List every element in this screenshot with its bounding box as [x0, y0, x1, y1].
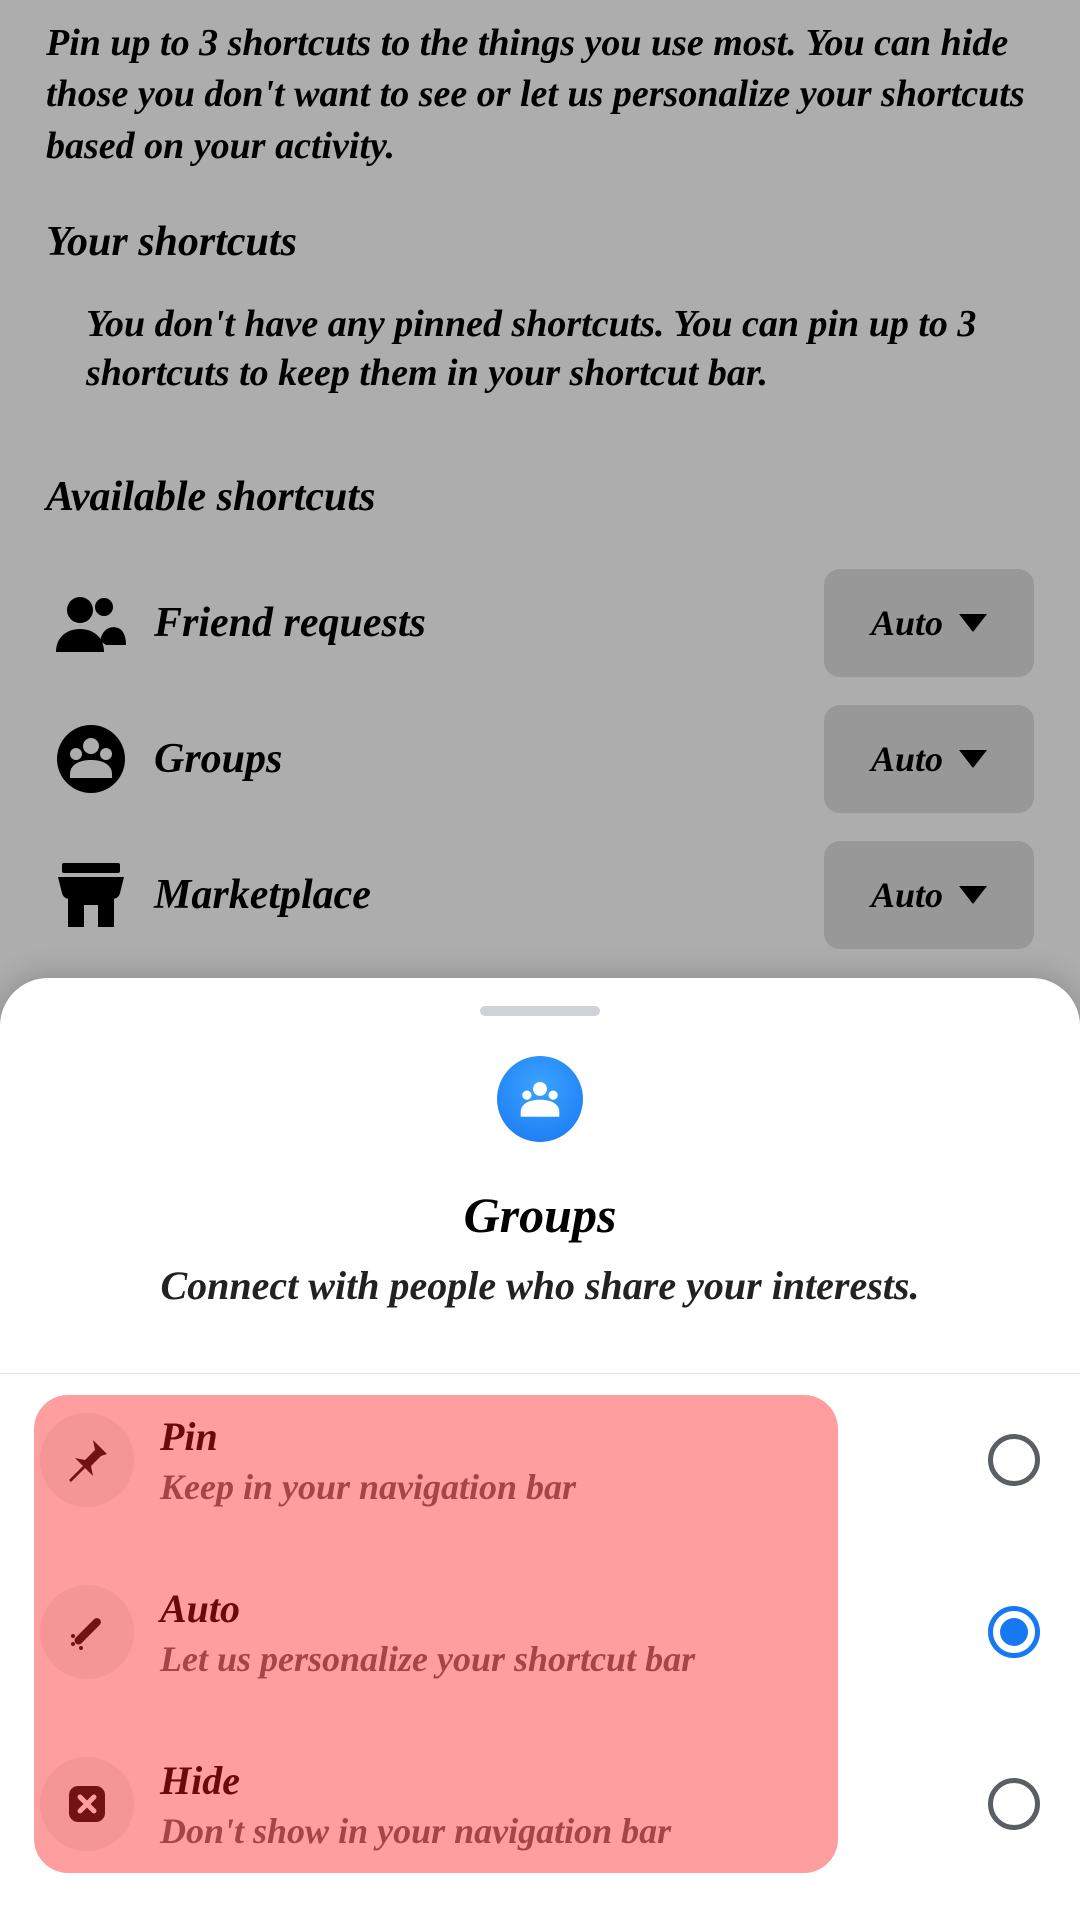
option-hide[interactable]: Hide Don't show in your navigation bar: [20, 1718, 1060, 1890]
option-auto[interactable]: Auto Let us personalize your shortcut ba…: [20, 1546, 1060, 1718]
option-title: Hide: [160, 1757, 988, 1804]
option-subtitle: Don't show in your navigation bar: [160, 1810, 988, 1852]
sheet-title: Groups: [40, 1186, 1040, 1244]
option-pin[interactable]: Pin Keep in your navigation bar: [20, 1374, 1060, 1546]
bottom-sheet: Groups Connect with people who share you…: [0, 978, 1080, 1920]
sheet-grabber[interactable]: [480, 1006, 600, 1016]
close-square-icon: [40, 1757, 134, 1851]
radio-unselected[interactable]: [988, 1778, 1040, 1830]
radio-unselected[interactable]: [988, 1434, 1040, 1486]
option-subtitle: Let us personalize your shortcut bar: [160, 1638, 988, 1680]
option-subtitle: Keep in your navigation bar: [160, 1466, 988, 1508]
sheet-subtitle: Connect with people who share your inter…: [40, 1262, 1040, 1309]
pin-icon: [40, 1413, 134, 1507]
radio-selected[interactable]: [988, 1606, 1040, 1658]
option-title: Pin: [160, 1413, 988, 1460]
wand-icon: [40, 1585, 134, 1679]
groups-icon: [497, 1056, 583, 1142]
option-title: Auto: [160, 1585, 988, 1632]
